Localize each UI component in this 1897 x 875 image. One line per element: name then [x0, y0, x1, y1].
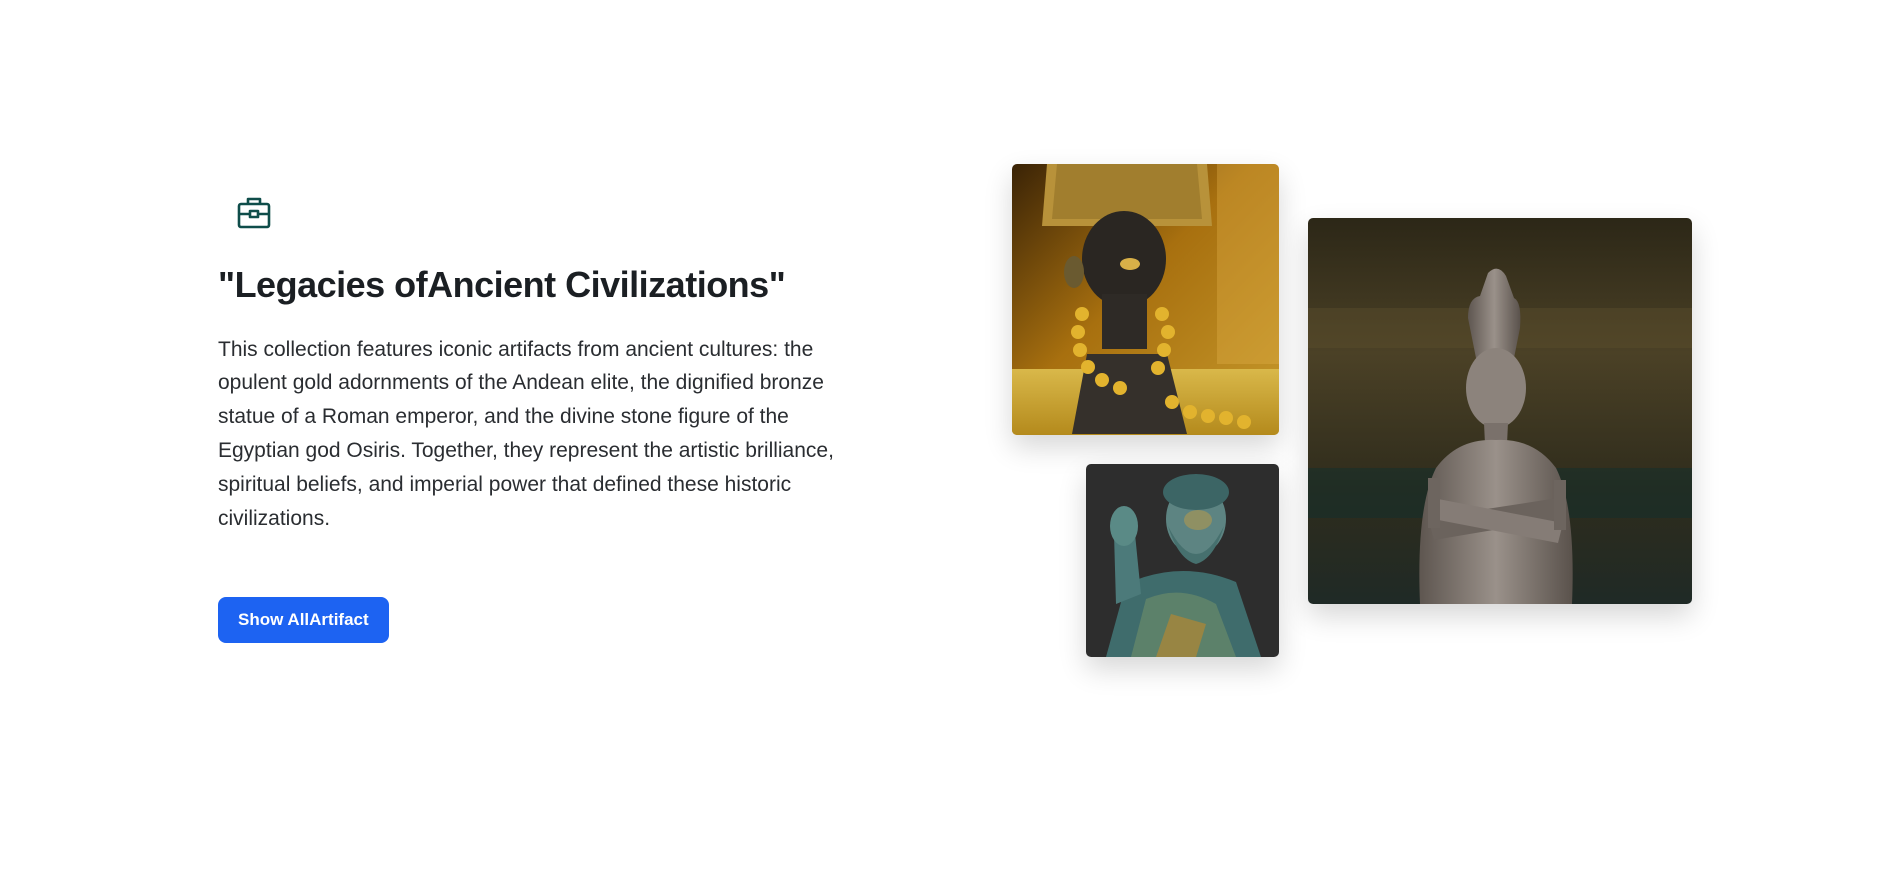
hero-text-section: "Legacies ofAncient Civilizations" This … — [218, 195, 858, 643]
page-title: "Legacies ofAncient Civilizations" — [218, 264, 786, 305]
roman-emperor-bronze-image[interactable] — [1086, 464, 1279, 657]
page: "Legacies ofAncient Civilizations" This … — [0, 0, 1897, 875]
collection-description: This collection features iconic artifact… — [218, 337, 834, 530]
andean-gold-artifact-image[interactable] — [1012, 164, 1279, 435]
show-all-artifact-button[interactable]: Show AllArtifact — [218, 597, 389, 643]
osiris-stone-figure-image[interactable] — [1308, 218, 1692, 604]
briefcase-icon — [236, 195, 272, 231]
